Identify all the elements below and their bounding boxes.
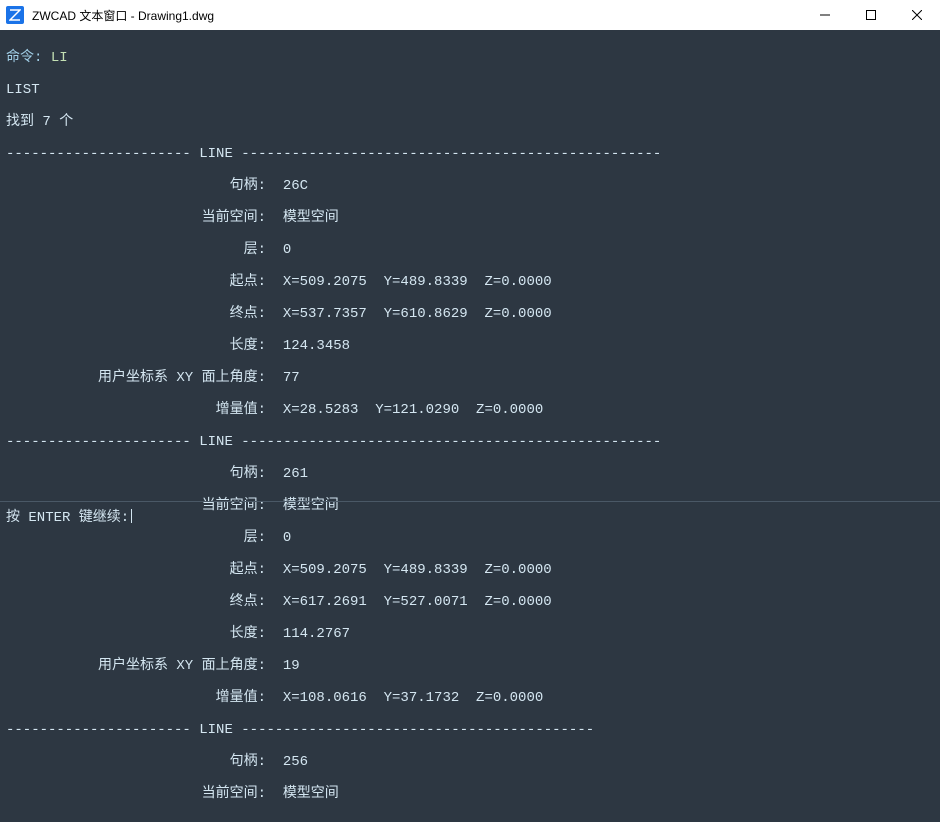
command-input-text: LI	[51, 50, 68, 66]
length-label: 长度:	[6, 626, 266, 642]
angle-value: 19	[283, 658, 300, 674]
delta-value: X=108.0616 Y=37.1732 Z=0.0000	[283, 690, 543, 706]
minimize-button[interactable]	[802, 0, 848, 30]
start-value: X=509.2075 Y=489.8339 Z=0.0000	[283, 562, 552, 578]
window-title: ZWCAD 文本窗口 - Drawing1.dwg	[32, 7, 802, 24]
close-button[interactable]	[894, 0, 940, 30]
maximize-button[interactable]	[848, 0, 894, 30]
start-label: 起点:	[6, 274, 266, 290]
prompt-text: 按 ENTER 键继续:	[6, 506, 129, 526]
delta-label: 增量值:	[6, 402, 266, 418]
space-label: 当前空间:	[6, 210, 266, 226]
command-name: LIST	[6, 82, 934, 98]
space-value: 模型空间	[283, 210, 339, 226]
length-value: 114.2767	[283, 626, 350, 642]
window-controls	[802, 0, 940, 30]
layer-label: 层:	[6, 530, 266, 546]
found-count: 找到 7 个	[6, 114, 934, 130]
console-output: 命令: LI LIST 找到 7 个 ---------------------…	[0, 30, 940, 822]
separator-line: ---------------------- LINE ------------…	[6, 434, 934, 450]
end-label: 终点:	[6, 594, 266, 610]
length-label: 长度:	[6, 338, 266, 354]
angle-label: 用户坐标系 XY 面上角度:	[6, 370, 266, 386]
app-icon	[6, 6, 24, 24]
handle-value: 256	[283, 754, 308, 770]
handle-label: 句柄:	[6, 178, 266, 194]
delta-value: X=28.5283 Y=121.0290 Z=0.0000	[283, 402, 543, 418]
handle-label: 句柄:	[6, 466, 266, 482]
command-prompt-label: 命令:	[6, 50, 51, 66]
handle-label: 句柄:	[6, 754, 266, 770]
separator-line: ---------------------- LINE ------------…	[6, 146, 934, 162]
end-label: 终点:	[6, 306, 266, 322]
space-value: 模型空间	[283, 786, 339, 802]
layer-label: 层:	[6, 242, 266, 258]
start-value: X=509.2075 Y=489.8339 Z=0.0000	[283, 274, 552, 290]
separator-line: ---------------------- LINE ------------…	[6, 722, 934, 738]
layer-value: 0	[283, 242, 291, 258]
end-value: X=537.7357 Y=610.8629 Z=0.0000	[283, 306, 552, 322]
delta-label: 增量值:	[6, 690, 266, 706]
text-caret	[131, 509, 132, 523]
space-label: 当前空间:	[6, 786, 266, 802]
length-value: 124.3458	[283, 338, 350, 354]
handle-value: 26C	[283, 178, 308, 194]
start-label: 起点:	[6, 562, 266, 578]
angle-value: 77	[283, 370, 300, 386]
titlebar: ZWCAD 文本窗口 - Drawing1.dwg	[0, 0, 940, 30]
layer-value: 0	[283, 530, 291, 546]
command-prompt-bar[interactable]: 按 ENTER 键继续:	[0, 501, 940, 530]
end-value: X=617.2691 Y=527.0071 Z=0.0000	[283, 594, 552, 610]
angle-label: 用户坐标系 XY 面上角度:	[6, 658, 266, 674]
handle-value: 261	[283, 466, 308, 482]
